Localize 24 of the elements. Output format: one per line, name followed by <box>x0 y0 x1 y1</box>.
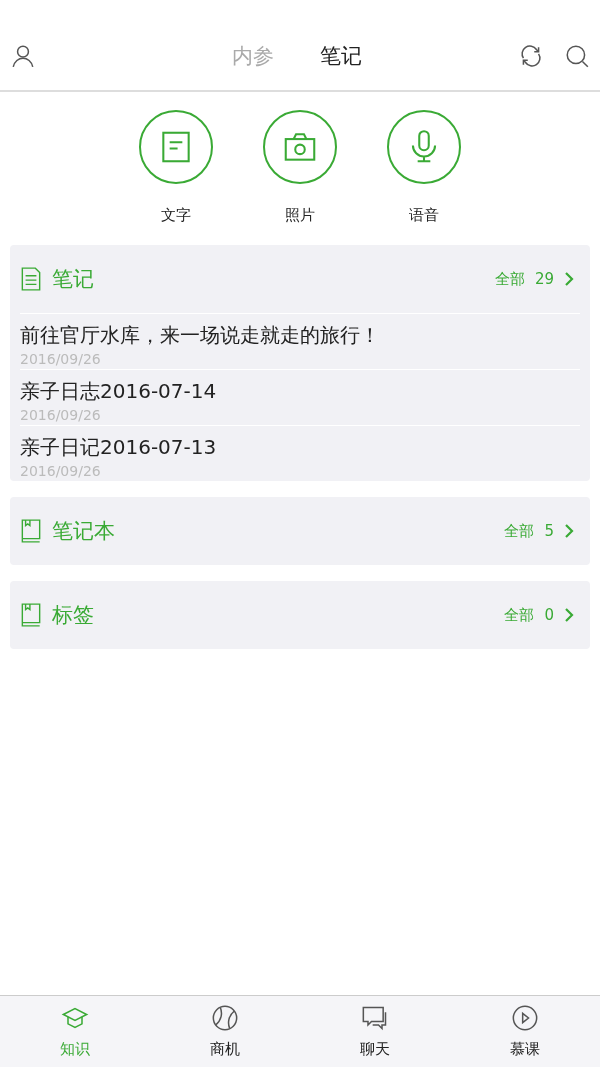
section-title: 标签 <box>52 602 95 629</box>
book-icon <box>20 602 42 628</box>
nav-tab[interactable]: 聊天 <box>300 996 450 1067</box>
play-icon <box>511 1004 539 1032</box>
section-title: 笔记 <box>52 266 95 293</box>
search-icon[interactable] <box>564 43 590 69</box>
ball-icon <box>211 1004 239 1032</box>
chevron-right-icon <box>564 271 574 287</box>
nav-tab[interactable]: 商机 <box>150 996 300 1067</box>
book-icon <box>20 518 42 544</box>
action-label: 语音 <box>409 206 439 225</box>
chat-icon <box>361 1004 389 1032</box>
document-icon <box>20 266 42 292</box>
chevron-right-icon <box>564 523 574 539</box>
note-item[interactable]: 亲子日志2016-07-14 2016/09/26 <box>20 369 580 425</box>
section-title: 笔记本 <box>52 518 116 545</box>
nav-tab[interactable]: 慕课 <box>450 996 600 1067</box>
profile-icon[interactable] <box>10 43 36 69</box>
action-label: 文字 <box>161 206 191 225</box>
header-tab[interactable]: 笔记 <box>320 42 362 70</box>
action-label: 照片 <box>285 206 315 225</box>
note-item[interactable]: 前往官厅水库，来一场说走就走的旅行！ 2016/09/26 <box>20 313 580 369</box>
note-item[interactable]: 亲子日记2016-07-13 2016/09/26 <box>20 425 580 481</box>
chevron-right-icon <box>564 607 574 623</box>
